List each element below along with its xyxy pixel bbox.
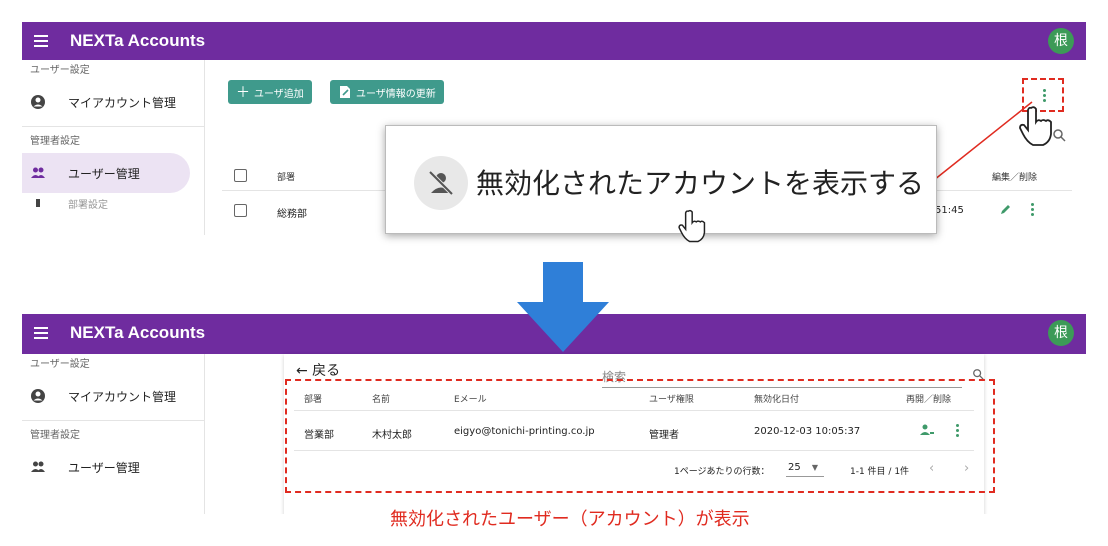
account-circle-icon <box>31 389 45 403</box>
people-icon <box>31 167 45 178</box>
back-link[interactable]: ← 戻る <box>296 360 340 380</box>
app-title: NEXTa Accounts <box>70 323 206 342</box>
popup-menu: 無効化されたアカウントを表示する <box>385 125 937 243</box>
sidebar-item-label: ユーザー管理 <box>68 166 140 181</box>
add-user-label: ユーザ追加 <box>254 88 304 100</box>
popup-icon-bg <box>414 156 468 210</box>
sidebar-divider <box>22 420 204 421</box>
edit-pencil-icon[interactable] <box>1000 203 1012 215</box>
hand-pointer-icon <box>678 209 706 243</box>
annotation-caption: 無効化されたユーザー（アカウント）が表示 <box>390 509 750 530</box>
header-dept: 部署 <box>277 173 296 183</box>
down-arrow-icon <box>517 262 609 352</box>
pin-icon <box>36 199 40 207</box>
row-time-partial: 51:45 <box>935 205 964 216</box>
file-edit-icon <box>340 86 350 98</box>
sidebar-item-label: ユーザー管理 <box>68 460 140 475</box>
sidebar-section-user-settings: ユーザー設定 <box>30 359 90 370</box>
highlight-disabled-users <box>285 379 995 493</box>
sidebar-section-user-settings: ユーザー設定 <box>30 65 90 76</box>
row-checkbox[interactable] <box>234 204 247 217</box>
row-more-icon[interactable] <box>1027 202 1037 217</box>
row-dept: 総務部 <box>277 209 307 220</box>
account-circle-icon <box>31 95 45 109</box>
sidebar-item-my-account[interactable]: マイアカウント管理 <box>22 376 204 416</box>
sidebar-divider <box>22 126 204 127</box>
sidebar-item-user-management[interactable]: ユーザー管理 <box>22 447 204 487</box>
plus-icon: ＋ <box>236 85 250 101</box>
sidebar-section-admin: 管理者設定 <box>30 430 80 441</box>
sidebar-item-label: マイアカウント管理 <box>68 389 177 404</box>
menu-icon[interactable] <box>34 32 48 50</box>
select-all-checkbox[interactable] <box>234 169 247 182</box>
sidebar: ユーザー設定 マイアカウント管理 管理者設定 ユーザー管理 <box>22 354 205 514</box>
sidebar: ユーザー設定 マイアカウント管理 管理者設定 ユーザー管理 部署設定 <box>22 60 205 235</box>
sidebar-item-dept-settings[interactable]: 部署設定 <box>22 193 204 213</box>
hand-pointer-icon <box>1019 106 1052 146</box>
sidebar-item-label: 部署設定 <box>68 199 108 211</box>
menu-item-show-disabled-accounts[interactable]: 無効化されたアカウントを表示する <box>476 162 924 202</box>
sidebar-section-admin: 管理者設定 <box>30 136 80 147</box>
sidebar-item-user-management[interactable]: ユーザー管理 <box>22 153 190 193</box>
avatar[interactable]: 根 <box>1048 28 1074 54</box>
app-bar: NEXTa Accounts 根 <box>22 22 1086 60</box>
avatar[interactable]: 根 <box>1048 320 1074 346</box>
add-user-button[interactable]: ＋ ユーザ追加 <box>228 80 312 104</box>
menu-icon[interactable] <box>34 324 48 342</box>
update-user-label: ユーザ情報の更新 <box>356 88 436 100</box>
sidebar-item-label: マイアカウント管理 <box>68 95 177 110</box>
update-user-button[interactable]: ユーザ情報の更新 <box>330 80 444 104</box>
people-icon <box>31 461 45 472</box>
person-off-icon <box>428 170 454 196</box>
app-title: NEXTa Accounts <box>70 31 206 50</box>
sidebar-item-my-account[interactable]: マイアカウント管理 <box>22 82 204 122</box>
